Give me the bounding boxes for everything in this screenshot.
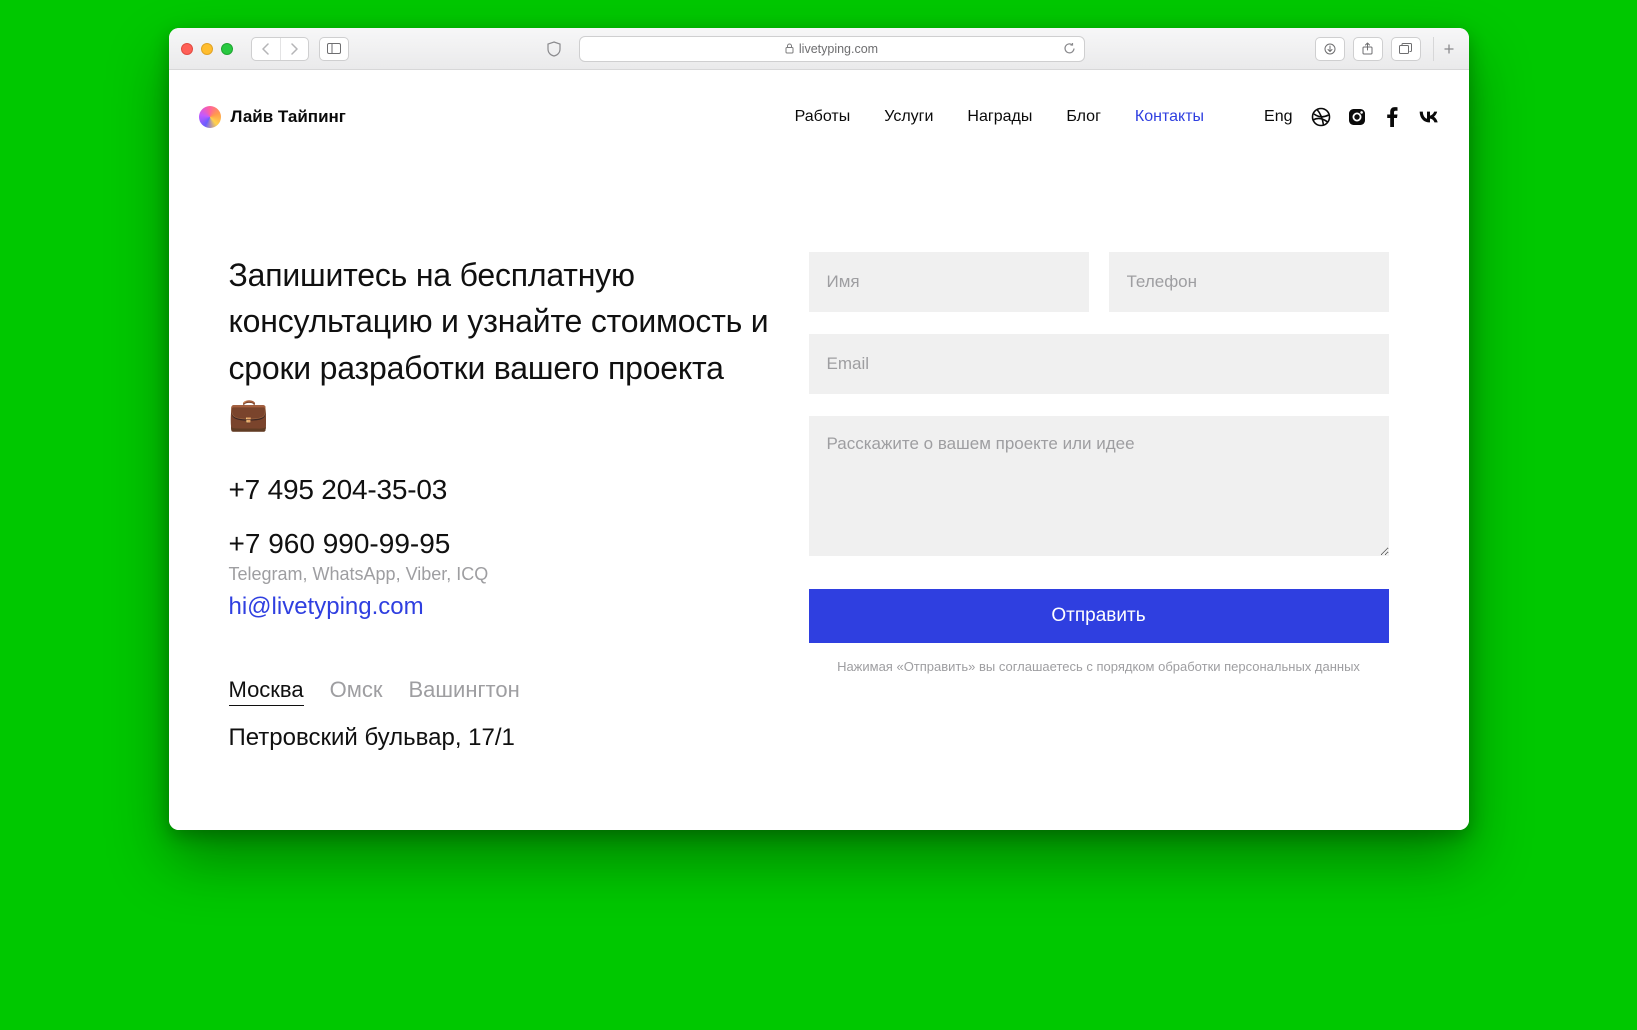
vk-icon[interactable]: [1419, 107, 1439, 127]
contact-info: Запишитесь на бесплатную консультацию и …: [229, 252, 769, 752]
contact-form: Отправить Нажимая «Отправить» вы соглаша…: [809, 252, 1389, 752]
browser-window: livetyping.com: [169, 28, 1469, 830]
url-text: livetyping.com: [799, 42, 878, 56]
page-heading: Запишитесь на бесплатную консультацию и …: [229, 252, 769, 438]
city-tab-omsk[interactable]: Омск: [330, 677, 383, 706]
city-tab-moscow[interactable]: Москва: [229, 677, 304, 706]
share-button[interactable]: [1353, 37, 1383, 61]
header-right: Eng: [1264, 107, 1438, 127]
phone-field[interactable]: [1109, 252, 1389, 312]
page-content: Лайв Тайпинг Работы Услуги Награды Блог …: [169, 70, 1469, 830]
nav-services[interactable]: Услуги: [884, 108, 933, 126]
forward-button[interactable]: [280, 38, 308, 60]
name-field[interactable]: [809, 252, 1089, 312]
city-tab-washington[interactable]: Вашингтон: [408, 677, 519, 706]
lock-icon: [785, 43, 794, 54]
nav-blog[interactable]: Блог: [1066, 108, 1101, 126]
city-tabs: Москва Омск Вашингтон: [229, 677, 769, 706]
close-window-button[interactable]: [181, 43, 193, 55]
main-section: Запишитесь на бесплатную консультацию и …: [169, 142, 1469, 812]
nav-works[interactable]: Работы: [795, 108, 851, 126]
downloads-button[interactable]: [1315, 37, 1345, 61]
back-button[interactable]: [252, 38, 280, 60]
new-tab-button[interactable]: [1433, 37, 1457, 61]
titlebar-right-buttons: [1315, 37, 1457, 61]
fullscreen-window-button[interactable]: [221, 43, 233, 55]
submit-button[interactable]: Отправить: [809, 589, 1389, 643]
form-disclaimer: Нажимая «Отправить» вы соглашаетесь с по…: [809, 659, 1389, 674]
logo[interactable]: Лайв Тайпинг: [199, 106, 346, 128]
phone-primary[interactable]: +7 495 204-35-03: [229, 474, 769, 506]
window-controls: [181, 43, 233, 55]
message-field[interactable]: [809, 416, 1389, 556]
messengers-note: Telegram, WhatsApp, Viber, ICQ: [229, 564, 769, 585]
logo-text: Лайв Тайпинг: [231, 107, 346, 127]
privacy-report-button[interactable]: [539, 37, 569, 61]
main-nav: Работы Услуги Награды Блог Контакты: [795, 108, 1204, 126]
facebook-icon[interactable]: [1383, 107, 1403, 127]
instagram-icon[interactable]: [1347, 107, 1367, 127]
nav-contacts[interactable]: Контакты: [1135, 108, 1204, 126]
language-switch[interactable]: Eng: [1264, 108, 1292, 126]
social-icons: [1311, 107, 1439, 127]
address-text: Петровский бульвар, 17/1: [229, 724, 769, 752]
phone-secondary[interactable]: +7 960 990-99-95: [229, 528, 769, 560]
tabs-button[interactable]: [1391, 37, 1421, 61]
email-field[interactable]: [809, 334, 1389, 394]
browser-titlebar: livetyping.com: [169, 28, 1469, 70]
site-header: Лайв Тайпинг Работы Услуги Награды Блог …: [169, 70, 1469, 142]
logo-mark-icon: [199, 106, 221, 128]
reload-button[interactable]: [1063, 42, 1076, 55]
address-bar[interactable]: livetyping.com: [579, 36, 1085, 62]
nav-back-forward: [251, 37, 309, 61]
sidebar-toggle-button[interactable]: [319, 37, 349, 61]
nav-awards[interactable]: Награды: [967, 108, 1032, 126]
email-link[interactable]: hi@livetyping.com: [229, 593, 769, 621]
dribbble-icon[interactable]: [1311, 107, 1331, 127]
minimize-window-button[interactable]: [201, 43, 213, 55]
